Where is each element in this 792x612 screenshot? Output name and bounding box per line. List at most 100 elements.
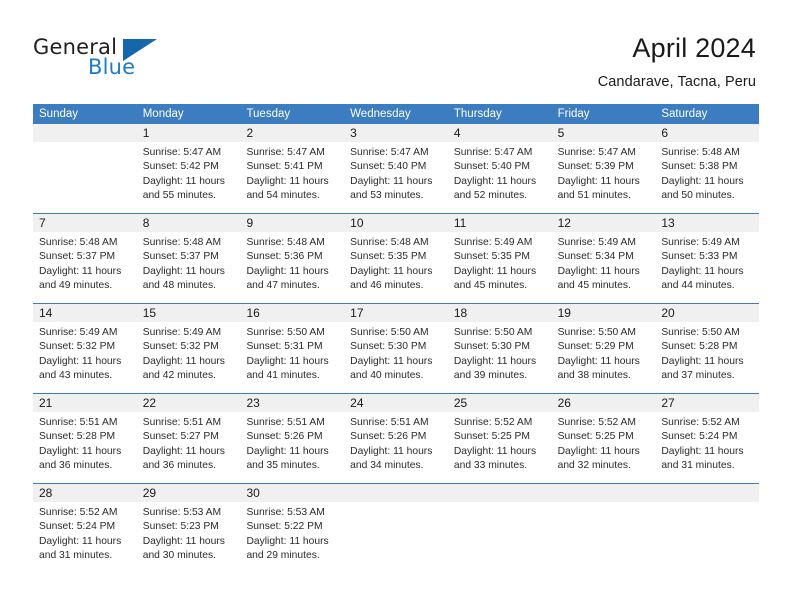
daylight-text-line2: and 31 minutes. [39, 550, 113, 562]
sunset-text: Sunset: 5:34 PM [557, 251, 634, 263]
calendar-day-cell[interactable]: 28 Sunrise: 5:52 AM Sunset: 5:24 PM Dayligh… [33, 484, 137, 573]
calendar-day-cell[interactable]: 2 Sunrise: 5:47 AM Sunset: 5:41 PM Daylight… [240, 124, 345, 213]
calendar-day-cell[interactable]: 19 Sunrise: 5:50 AM Sunset: 5:29 PM Dayligh… [551, 304, 656, 393]
daylight-text-line2: and 31 minutes. [661, 460, 735, 472]
sunset-text: Sunset: 5:42 PM [142, 161, 219, 173]
calendar-day-cell[interactable]: 25 Sunrise: 5:52 AM Sunset: 5:25 PM Dayligh… [447, 394, 552, 483]
daylight-text-line1: Daylight: 11 hours [246, 175, 329, 187]
day-number: 19 [551, 304, 656, 322]
day-details: Sunrise: 5:50 AM Sunset: 5:29 PM Daylight:… [552, 322, 656, 384]
calendar-day-cell[interactable]: 12 Sunrise: 5:49 AM Sunset: 5:34 PM Dayligh… [551, 214, 656, 303]
sunset-text: Sunset: 5:25 PM [557, 431, 634, 443]
day-number: 22 [136, 394, 241, 412]
calendar-day-cell[interactable]: 24 Sunrise: 5:51 AM Sunset: 5:26 PM Dayligh… [344, 394, 448, 483]
daylight-text-line2: and 52 minutes. [453, 190, 528, 202]
sunset-text: Sunset: 5:22 PM [246, 521, 323, 533]
calendar-day-cell[interactable]: 10 Sunrise: 5:48 AM Sunset: 5:35 PM Dayligh… [344, 214, 448, 303]
calendar-day-cell[interactable]: 18 Sunrise: 5:50 AM Sunset: 5:30 PM Dayligh… [447, 304, 552, 393]
day-number: 1 [136, 124, 241, 142]
daylight-text-line2: and 45 minutes. [453, 280, 528, 292]
daylight-text-line2: and 40 minutes. [350, 370, 424, 382]
calendar-day-cell[interactable]: 20 Sunrise: 5:50 AM Sunset: 5:28 PM Dayligh… [655, 304, 760, 393]
daylight-text-line1: Daylight: 11 hours [661, 355, 744, 367]
daylight-text-line1: Daylight: 11 hours [142, 265, 225, 277]
daylight-text-line1: Daylight: 11 hours [350, 175, 433, 187]
daylight-text-line2: and 36 minutes. [39, 460, 113, 472]
daylight-text-line2: and 51 minutes. [557, 190, 631, 202]
calendar-grid: Sunday Monday Tuesday Wednesday Thursday Frid… [33, 104, 760, 573]
daylight-text-line1: Daylight: 11 hours [39, 445, 122, 457]
day-details: Sunrise: 5:48 AM Sunset: 5:35 PM Daylight:… [344, 232, 448, 294]
calendar-day-cell[interactable]: 17 Sunrise: 5:50 AM Sunset: 5:30 PM Dayligh… [344, 304, 448, 393]
sunrise-text: Sunrise: 5:49 AM [661, 237, 740, 248]
day-number [33, 124, 137, 142]
daylight-text-line1: Daylight: 11 hours [350, 355, 433, 367]
day-number: 21 [33, 394, 137, 412]
calendar-day-cell[interactable]: 9 Sunrise: 5:48 AM Sunset: 5:36 PM Daylight… [240, 214, 345, 303]
sunrise-text: Sunrise: 5:48 AM [661, 147, 740, 158]
calendar-day-cell-empty [551, 484, 656, 573]
day-number: 13 [655, 214, 760, 232]
daylight-text-line2: and 45 minutes. [557, 280, 631, 292]
sunset-text: Sunset: 5:32 PM [39, 341, 116, 353]
day-number: 18 [447, 304, 552, 322]
day-number: 5 [551, 124, 656, 142]
day-details: Sunrise: 5:48 AM Sunset: 5:37 PM Daylight:… [137, 232, 241, 294]
generalblue-logo[interactable]: General Blue [33, 36, 213, 82]
sunset-text: Sunset: 5:32 PM [142, 341, 219, 353]
calendar-day-cell[interactable]: 8 Sunrise: 5:48 AM Sunset: 5:37 PM Daylight… [136, 214, 241, 303]
calendar-day-cell[interactable]: 27 Sunrise: 5:52 AM Sunset: 5:24 PM Dayligh… [655, 394, 760, 483]
calendar-day-cell[interactable]: 30 Sunrise: 5:53 AM Sunset: 5:22 PM Dayligh… [240, 484, 345, 573]
calendar-day-cell[interactable]: 22 Sunrise: 5:51 AM Sunset: 5:27 PM Dayligh… [136, 394, 241, 483]
calendar-week-row: 1 Sunrise: 5:47 AM Sunset: 5:42 PM Daylight… [33, 124, 760, 213]
weekday-header-friday: Friday [557, 108, 590, 120]
calendar-day-cell[interactable]: 14 Sunrise: 5:49 AM Sunset: 5:32 PM Dayligh… [33, 304, 137, 393]
calendar-day-cell[interactable]: 13 Sunrise: 5:49 AM Sunset: 5:33 PM Dayligh… [655, 214, 760, 303]
calendar-day-cell[interactable]: 16 Sunrise: 5:50 AM Sunset: 5:31 PM Dayligh… [240, 304, 345, 393]
calendar-day-cell[interactable]: 15 Sunrise: 5:49 AM Sunset: 5:32 PM Dayligh… [136, 304, 241, 393]
calendar-day-cell[interactable]: 5 Sunrise: 5:47 AM Sunset: 5:39 PM Daylight… [551, 124, 656, 213]
sunset-text: Sunset: 5:37 PM [142, 251, 219, 263]
sunset-text: Sunset: 5:28 PM [39, 431, 116, 443]
sunset-text: Sunset: 5:40 PM [453, 161, 531, 173]
daylight-text-line1: Daylight: 11 hours [39, 265, 122, 277]
sunset-text: Sunset: 5:39 PM [557, 161, 634, 173]
calendar-day-cell[interactable]: 21 Sunrise: 5:51 AM Sunset: 5:28 PM Dayligh… [33, 394, 137, 483]
day-details: Sunrise: 5:49 AM Sunset: 5:32 PM Daylight:… [33, 322, 137, 384]
day-number [551, 484, 656, 502]
calendar-day-cell[interactable]: 23 Sunrise: 5:51 AM Sunset: 5:26 PM Dayligh… [240, 394, 345, 483]
day-number: 24 [344, 394, 448, 412]
calendar-day-cell[interactable]: 4 Sunrise: 5:47 AM Sunset: 5:40 PM Daylight… [447, 124, 552, 213]
daylight-text-line1: Daylight: 11 hours [39, 535, 122, 547]
sunrise-text: Sunrise: 5:50 AM [246, 327, 325, 338]
sunset-text: Sunset: 5:37 PM [39, 251, 116, 263]
daylight-text-line1: Daylight: 11 hours [246, 265, 329, 277]
weekday-header-tuesday: Tuesday [246, 108, 291, 120]
calendar-day-cell[interactable]: 1 Sunrise: 5:47 AM Sunset: 5:42 PM Daylight… [136, 124, 241, 213]
daylight-text-line2: and 35 minutes. [246, 460, 320, 472]
daylight-text-line2: and 47 minutes. [246, 280, 320, 292]
sunset-text: Sunset: 5:35 PM [453, 251, 531, 263]
calendar-day-cell[interactable]: 7 Sunrise: 5:48 AM Sunset: 5:37 PM Daylight… [33, 214, 137, 303]
calendar-day-cell[interactable]: 29 Sunrise: 5:53 AM Sunset: 5:23 PM Dayligh… [136, 484, 241, 573]
calendar-day-cell[interactable]: 3 Sunrise: 5:47 AM Sunset: 5:40 PM Daylight… [344, 124, 448, 213]
calendar-week-row: 14 Sunrise: 5:49 AM Sunset: 5:32 PM Dayligh… [33, 303, 760, 393]
daylight-text-line1: Daylight: 11 hours [557, 175, 640, 187]
daylight-text-line2: and 44 minutes. [661, 280, 735, 292]
calendar-week-row: 7 Sunrise: 5:48 AM Sunset: 5:37 PM Daylight… [33, 213, 760, 303]
daylight-text-line2: and 43 minutes. [39, 370, 113, 382]
daylight-text-line1: Daylight: 11 hours [453, 265, 537, 277]
daylight-text-line2: and 30 minutes. [142, 550, 216, 562]
day-details: Sunrise: 5:51 AM Sunset: 5:28 PM Daylight:… [33, 412, 137, 474]
daylight-text-line1: Daylight: 11 hours [557, 445, 640, 457]
calendar-day-cell[interactable]: 26 Sunrise: 5:52 AM Sunset: 5:25 PM Dayligh… [551, 394, 656, 483]
day-details: Sunrise: 5:52 AM Sunset: 5:25 PM Daylight:… [552, 412, 656, 474]
calendar-day-cell[interactable]: 6 Sunrise: 5:48 AM Sunset: 5:38 PM Daylight… [655, 124, 760, 213]
daylight-text-line2: and 38 minutes. [557, 370, 631, 382]
calendar-day-cell-empty [33, 124, 137, 213]
daylight-text-line1: Daylight: 11 hours [142, 445, 225, 457]
day-number: 30 [240, 484, 345, 502]
day-number: 4 [447, 124, 552, 142]
calendar-day-cell[interactable]: 11 Sunrise: 5:49 AM Sunset: 5:35 PM Dayligh… [447, 214, 552, 303]
daylight-text-line1: Daylight: 11 hours [142, 355, 225, 367]
